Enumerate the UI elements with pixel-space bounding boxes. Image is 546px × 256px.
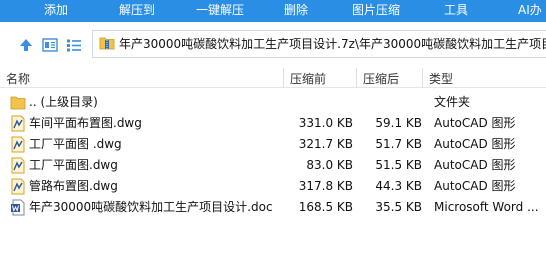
folder-icon (10, 94, 26, 111)
file-size-after: 35.5 KB (375, 200, 422, 214)
file-size-before: 168.5 KB (298, 200, 353, 214)
file-size-after: 59.1 KB (375, 116, 422, 130)
header-divider[interactable] (356, 68, 357, 88)
file-row[interactable]: 车间平面布置图.dwg 331.0 KB 59.1 KB AutoCAD 图形 (0, 113, 546, 134)
file-size-before: 321.7 KB (298, 137, 353, 151)
file-name: 工厂平面图 .dwg (29, 137, 122, 151)
dwg-file-icon (10, 115, 26, 132)
file-size-before: 83.0 KB (306, 158, 353, 172)
ai-button[interactable]: AI办 (518, 2, 542, 18)
tools-button[interactable]: 工具 (444, 2, 468, 18)
one-click-extract-button[interactable]: 一键解压 (196, 2, 244, 18)
extract-to-button[interactable]: 解压到 (119, 2, 155, 18)
file-type: AutoCAD 图形 (434, 116, 516, 130)
file-row[interactable]: 工厂平面图 .dwg 321.7 KB 51.7 KB AutoCAD 图形 (0, 134, 546, 155)
file-row[interactable]: 工厂平面图.dwg 83.0 KB 51.5 KB AutoCAD 图形 (0, 155, 546, 176)
archive-folder-icon (99, 36, 115, 50)
word-doc-icon (10, 199, 26, 216)
file-size-after: 44.3 KB (375, 179, 422, 193)
image-compress-button[interactable]: 图片压缩 (352, 2, 400, 18)
header-name[interactable]: 名称 (6, 71, 30, 87)
file-name: 车间平面布置图.dwg (29, 116, 142, 130)
address-path: 年产30000吨碳酸饮料加工生产项目设计.7z\年产30000吨碳酸饮料加工生产… (119, 37, 546, 51)
dwg-file-icon (10, 178, 26, 195)
file-type: Microsoft Word ... (434, 200, 539, 214)
header-type[interactable]: 类型 (429, 71, 453, 87)
up-arrow-icon[interactable] (18, 37, 34, 53)
file-name: .. (上级目录) (29, 95, 98, 109)
add-button[interactable]: 添加 (44, 2, 68, 18)
header-size-before[interactable]: 压缩前 (290, 71, 326, 87)
toolbar: 添加 解压到 一键解压 删除 图片压缩 工具 AI办 (0, 0, 546, 22)
file-name: 管路布置图.dwg (29, 179, 118, 193)
file-size-before: 331.0 KB (298, 116, 353, 130)
file-type: AutoCAD 图形 (434, 179, 516, 193)
file-size-before (285, 94, 353, 111)
dwg-file-icon (10, 136, 26, 153)
column-header: 名称 压缩前 压缩后 类型 (0, 68, 546, 88)
file-row-parent[interactable]: .. (上级目录) 文件夹 (0, 92, 546, 113)
file-size-after: 51.7 KB (375, 137, 422, 151)
detail-view-icon[interactable] (42, 37, 58, 53)
file-type: AutoCAD 图形 (434, 158, 516, 172)
file-row[interactable]: 年产30000吨碳酸饮料加工生产项目设计.doc 168.5 KB 35.5 K… (0, 197, 546, 218)
file-size-after (358, 94, 422, 111)
file-type: 文件夹 (434, 95, 471, 109)
file-size-after: 51.5 KB (375, 158, 422, 172)
file-row[interactable]: 管路布置图.dwg 317.8 KB 44.3 KB AutoCAD 图形 (0, 176, 546, 197)
delete-button[interactable]: 删除 (284, 2, 308, 18)
header-divider[interactable] (283, 68, 284, 88)
header-size-after[interactable]: 压缩后 (363, 71, 399, 87)
file-type: AutoCAD 图形 (434, 137, 516, 151)
dwg-file-icon (10, 157, 26, 174)
file-name: 年产30000吨碳酸饮料加工生产项目设计.doc (29, 200, 273, 214)
address-bar[interactable]: 年产30000吨碳酸饮料加工生产项目设计.7z\年产30000吨碳酸饮料加工生产… (92, 30, 546, 58)
file-size-before: 317.8 KB (298, 179, 353, 193)
header-divider[interactable] (422, 68, 423, 88)
file-name: 工厂平面图.dwg (29, 158, 118, 172)
list-view-icon[interactable] (66, 37, 82, 53)
